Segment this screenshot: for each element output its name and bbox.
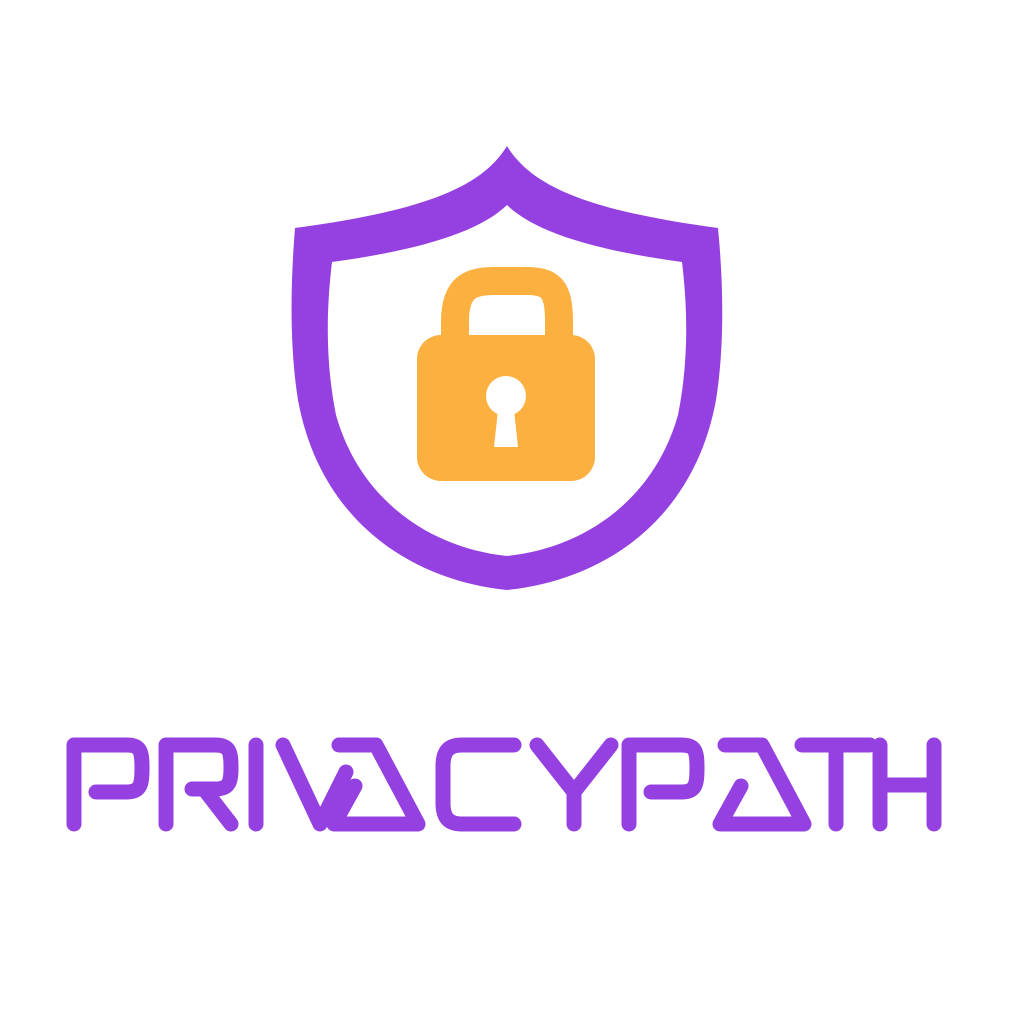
logo-emblem <box>66 146 942 832</box>
glyph-c <box>435 737 522 832</box>
glyph-r <box>158 737 239 832</box>
glyph-p2 <box>621 737 705 832</box>
lock-icon <box>417 267 595 481</box>
wordmark-glyphs <box>66 737 942 832</box>
glyph-y <box>529 737 619 832</box>
glyph-t <box>794 737 878 832</box>
keyhole-slot <box>494 410 518 447</box>
logo-canvas: PRIVACYPATH <box>0 0 1024 1024</box>
glyph-p <box>66 737 150 832</box>
glyph-h <box>872 737 942 832</box>
glyph-a2 <box>712 737 812 832</box>
